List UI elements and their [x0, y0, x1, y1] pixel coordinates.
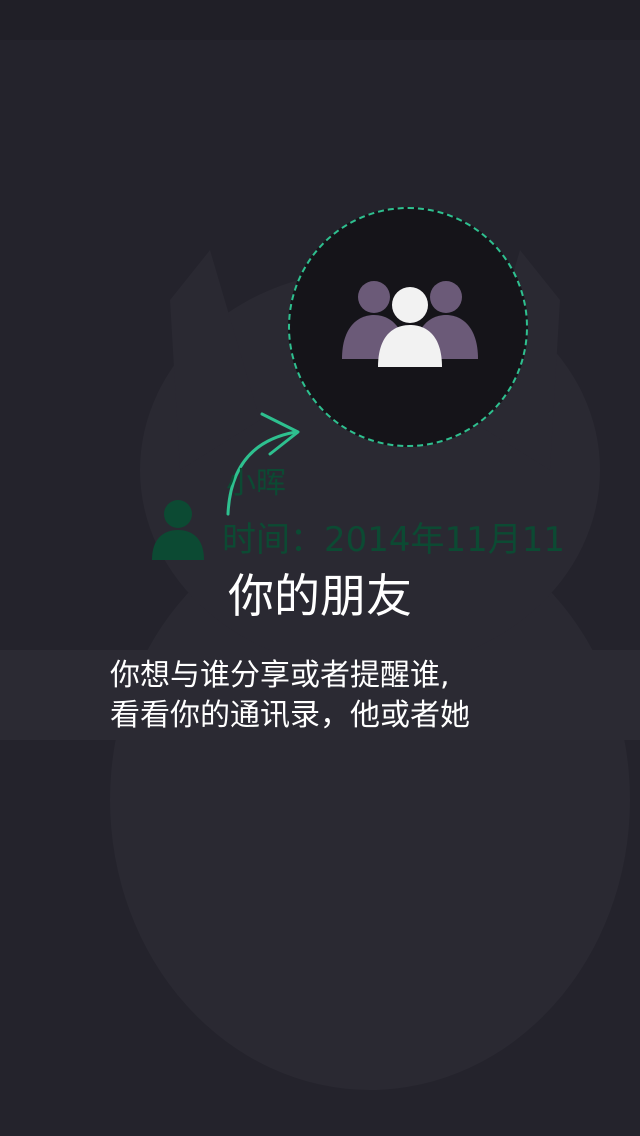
contact-avatar-icon [152, 500, 204, 560]
description-line-1: 你想与谁分享或者提醒谁, [110, 658, 450, 693]
contact-time: 时间：2014年11月11 [222, 520, 566, 560]
contact-name: 小晖 [226, 466, 286, 501]
description: 你想与谁分享或者提醒谁, 看看你的通讯录，他或者她 [110, 656, 470, 736]
group-users-icon [342, 281, 478, 367]
description-line-2: 看看你的通讯录，他或者她 [110, 698, 470, 733]
friends-circle [288, 207, 528, 447]
page-title: 你的朋友 [228, 569, 412, 623]
